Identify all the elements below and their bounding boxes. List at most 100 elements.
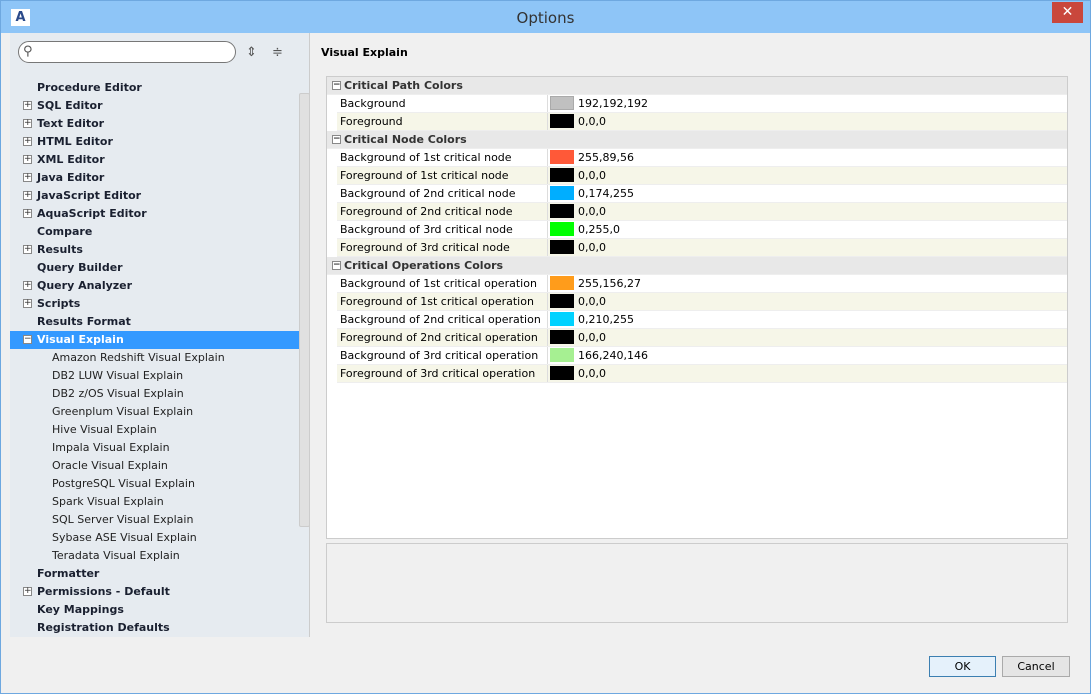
color-value-field[interactable]: 0,0,0 xyxy=(547,203,1067,220)
collapse-icon[interactable]: − xyxy=(332,81,341,90)
tree-item[interactable]: + Text Editor xyxy=(10,115,299,133)
expand-icon[interactable]: + xyxy=(23,209,32,218)
expand-icon[interactable]: + xyxy=(23,101,32,110)
tree-item[interactable]: + JavaScript Editor xyxy=(10,187,299,205)
category-row[interactable]: − Critical Operations Colors xyxy=(327,257,1067,275)
color-swatch[interactable] xyxy=(550,366,574,380)
expand-icon[interactable]: + xyxy=(23,173,32,182)
tree-item[interactable]: + Permissions - Default xyxy=(10,583,299,601)
collapse-all-icon[interactable]: ≑ xyxy=(272,45,283,60)
color-value-field[interactable]: 166,240,146 xyxy=(547,347,1067,364)
property-row[interactable]: Background of 2nd critical node 0,174,255 xyxy=(337,185,1067,203)
expand-icon[interactable]: + xyxy=(23,191,32,200)
color-value-field[interactable]: 0,0,0 xyxy=(547,167,1067,184)
color-value-field[interactable]: 0,0,0 xyxy=(547,239,1067,256)
tree-item[interactable]: + HTML Editor xyxy=(10,133,299,151)
color-swatch[interactable] xyxy=(550,276,574,290)
color-value-field[interactable]: 0,0,0 xyxy=(547,365,1067,382)
tree-item[interactable]: Query Builder xyxy=(10,259,299,277)
category-row[interactable]: − Critical Path Colors xyxy=(327,77,1067,95)
close-button[interactable]: ✕ xyxy=(1052,2,1083,23)
property-row[interactable]: Foreground of 3rd critical operation 0,0,… xyxy=(337,365,1067,383)
property-row[interactable]: Background of 1st critical node 255,89,56 xyxy=(337,149,1067,167)
color-value-field[interactable]: 0,0,0 xyxy=(547,113,1067,130)
tree-item[interactable]: Formatter xyxy=(10,565,299,583)
color-value: 0,0,0 xyxy=(578,331,606,344)
property-row[interactable]: Background of 3rd critical node 0,255,0 xyxy=(337,221,1067,239)
ok-button[interactable]: OK xyxy=(929,656,996,677)
color-value-field[interactable]: 0,0,0 xyxy=(547,293,1067,310)
expand-icon[interactable]: + xyxy=(23,299,32,308)
tree-child-item[interactable]: PostgreSQL Visual Explain xyxy=(10,475,299,493)
expand-icon[interactable]: + xyxy=(23,119,32,128)
color-swatch[interactable] xyxy=(550,330,574,344)
tree-child-item[interactable]: Hive Visual Explain xyxy=(10,421,299,439)
color-value-field[interactable]: 0,0,0 xyxy=(547,329,1067,346)
property-row[interactable]: Background of 3rd critical operation 166,… xyxy=(337,347,1067,365)
tree-item[interactable]: Procedure Editor xyxy=(10,79,299,97)
tree-item[interactable]: + Results xyxy=(10,241,299,259)
tree-child-item[interactable]: Spark Visual Explain xyxy=(10,493,299,511)
category-row[interactable]: − Critical Node Colors xyxy=(327,131,1067,149)
color-swatch[interactable] xyxy=(550,312,574,326)
expand-all-icon[interactable]: ⇕ xyxy=(246,45,257,60)
property-row[interactable]: Foreground 0,0,0 xyxy=(337,113,1067,131)
tree-item[interactable]: + Query Analyzer xyxy=(10,277,299,295)
tree-child-item[interactable]: DB2 z/OS Visual Explain xyxy=(10,385,299,403)
property-row[interactable]: Background of 1st critical operation 255,… xyxy=(337,275,1067,293)
tree-item[interactable]: Compare xyxy=(10,223,299,241)
color-value-field[interactable]: 255,156,27 xyxy=(547,275,1067,292)
expand-icon[interactable]: + xyxy=(23,245,32,254)
tree-item[interactable]: − Visual Explain xyxy=(10,331,299,349)
property-row[interactable]: Background 192,192,192 xyxy=(337,95,1067,113)
tree-child-item[interactable]: DB2 LUW Visual Explain xyxy=(10,367,299,385)
tree-item[interactable]: Key Mappings xyxy=(10,601,299,619)
color-value-field[interactable]: 0,174,255 xyxy=(547,185,1067,202)
property-row[interactable]: Foreground of 3rd critical node 0,0,0 xyxy=(337,239,1067,257)
tree-child-item[interactable]: Teradata Visual Explain xyxy=(10,547,299,565)
cancel-button[interactable]: Cancel xyxy=(1002,656,1070,677)
tree-child-item[interactable]: SQL Server Visual Explain xyxy=(10,511,299,529)
expand-icon[interactable]: + xyxy=(23,587,32,596)
tree-child-item[interactable]: Sybase ASE Visual Explain xyxy=(10,529,299,547)
tree-item[interactable]: Registration Defaults xyxy=(10,619,299,637)
color-swatch[interactable] xyxy=(550,96,574,110)
tree-item[interactable]: + AquaScript Editor xyxy=(10,205,299,223)
color-swatch[interactable] xyxy=(550,204,574,218)
color-value-field[interactable]: 255,89,56 xyxy=(547,149,1067,166)
collapse-icon[interactable]: − xyxy=(332,261,341,270)
tree-item[interactable]: + XML Editor xyxy=(10,151,299,169)
color-swatch[interactable] xyxy=(550,168,574,182)
color-swatch[interactable] xyxy=(550,240,574,254)
tree-child-item[interactable]: Impala Visual Explain xyxy=(10,439,299,457)
tree-child-item[interactable]: Greenplum Visual Explain xyxy=(10,403,299,421)
property-row[interactable]: Background of 2nd critical operation 0,21… xyxy=(337,311,1067,329)
collapse-icon[interactable]: − xyxy=(23,335,32,344)
property-row[interactable]: Foreground of 1st critical operation 0,0,… xyxy=(337,293,1067,311)
property-row[interactable]: Foreground of 1st critical node 0,0,0 xyxy=(337,167,1067,185)
color-swatch[interactable] xyxy=(550,348,574,362)
expand-icon[interactable]: + xyxy=(23,137,32,146)
color-swatch[interactable] xyxy=(550,294,574,308)
search-input[interactable]: ⚲ xyxy=(18,41,236,63)
expand-icon[interactable]: + xyxy=(23,281,32,290)
tree-item[interactable]: + Scripts xyxy=(10,295,299,313)
color-value-field[interactable]: 0,210,255 xyxy=(547,311,1067,328)
color-swatch[interactable] xyxy=(550,186,574,200)
tree-child-item[interactable]: Amazon Redshift Visual Explain xyxy=(10,349,299,367)
tree-item[interactable]: + Java Editor xyxy=(10,169,299,187)
sidebar-scrollbar[interactable] xyxy=(299,93,310,527)
property-row[interactable]: Foreground of 2nd critical operation 0,0,… xyxy=(337,329,1067,347)
color-swatch[interactable] xyxy=(550,150,574,164)
collapse-icon[interactable]: − xyxy=(332,135,341,144)
expand-icon[interactable]: + xyxy=(23,155,32,164)
tree-item-label: Compare xyxy=(37,225,93,238)
tree-item[interactable]: Results Format xyxy=(10,313,299,331)
tree-item[interactable]: + SQL Editor xyxy=(10,97,299,115)
tree-child-item[interactable]: Oracle Visual Explain xyxy=(10,457,299,475)
color-swatch[interactable] xyxy=(550,114,574,128)
color-swatch[interactable] xyxy=(550,222,574,236)
property-row[interactable]: Foreground of 2nd critical node 0,0,0 xyxy=(337,203,1067,221)
color-value-field[interactable]: 192,192,192 xyxy=(547,95,1067,112)
color-value-field[interactable]: 0,255,0 xyxy=(547,221,1067,238)
